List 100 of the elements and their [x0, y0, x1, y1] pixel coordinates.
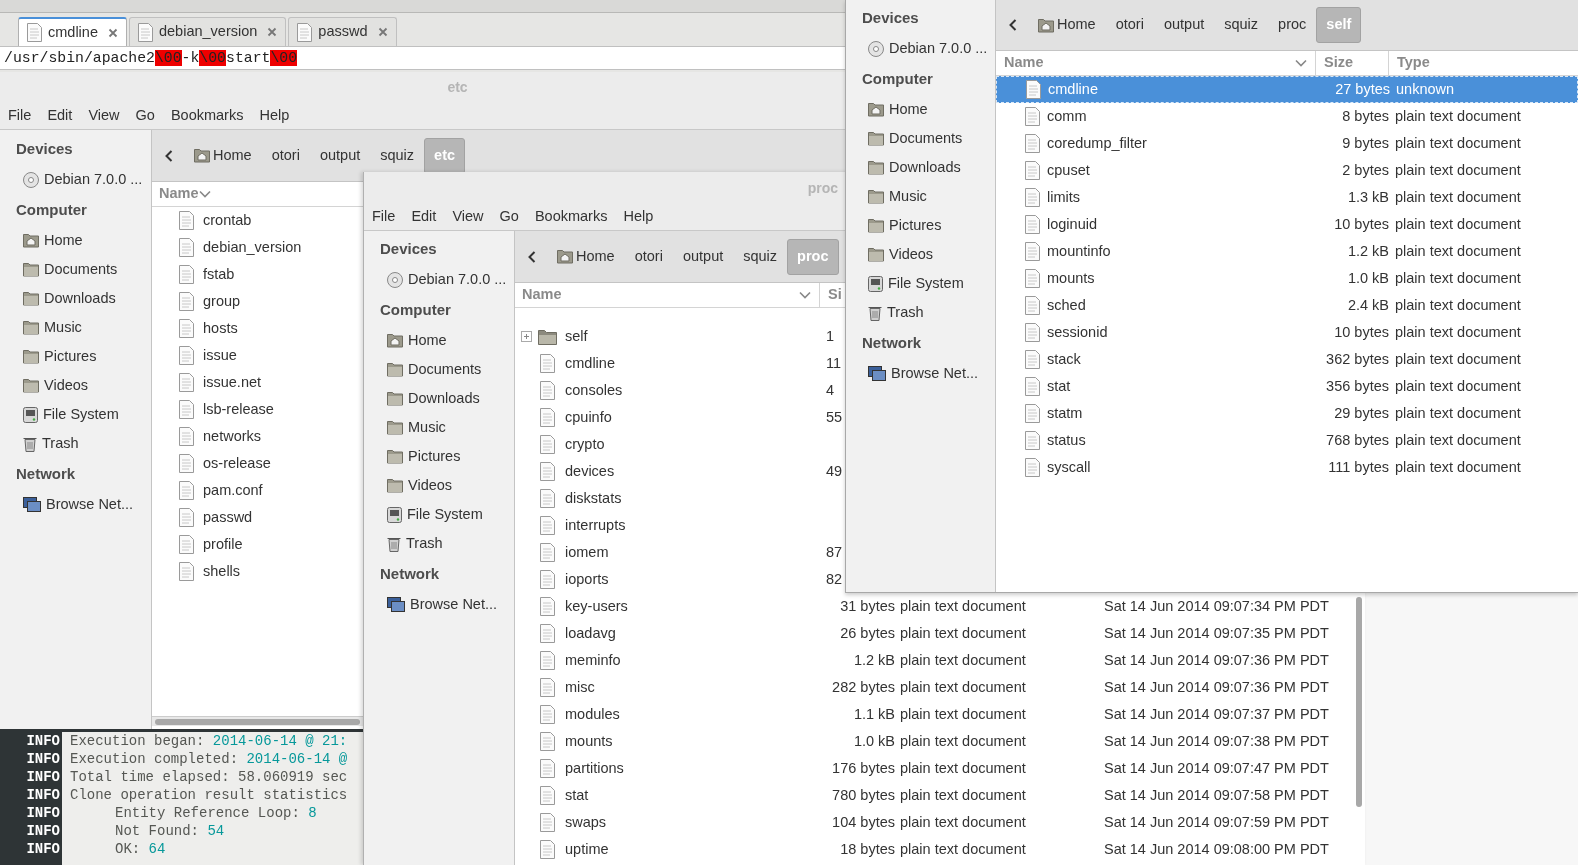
sidebar-item[interactable]: Pictures: [364, 442, 514, 471]
file-row[interactable]: modules 1.1 kB plain text document Sat 14 Jun 2014 09:07:37 PM PDT: [515, 701, 1365, 728]
file-row[interactable]: networks: [152, 423, 363, 450]
file-row[interactable]: coredump_filter 9 bytes plain text document: [996, 130, 1578, 157]
file-row[interactable]: cpuinfo 55: [515, 404, 845, 431]
sidebar-item[interactable]: Trash: [0, 429, 151, 458]
sidebar-item[interactable]: Home: [364, 326, 514, 355]
sidebar-item[interactable]: Browse Net...: [846, 359, 995, 388]
file-row[interactable]: self 1: [515, 323, 845, 350]
path-button[interactable]: squiz: [1214, 7, 1269, 43]
file-row[interactable]: uptime 18 bytes plain text document Sat 14 Jun 2014 09:08:00 PM PDT: [515, 836, 1365, 863]
menu-item[interactable]: Edit: [403, 206, 445, 228]
horizontal-scrollbar[interactable]: [155, 718, 360, 725]
file-row[interactable]: crontab: [152, 207, 363, 234]
sidebar-item[interactable]: Trash: [364, 529, 514, 558]
file-row[interactable]: mountinfo 1.2 kB plain text document: [996, 238, 1578, 265]
path-button[interactable]: output: [672, 238, 734, 275]
file-row[interactable]: hosts: [152, 315, 363, 342]
menu-item[interactable]: Bookmarks: [526, 206, 616, 228]
file-row[interactable]: group: [152, 288, 363, 315]
file-row[interactable]: os-release: [152, 450, 363, 477]
path-button[interactable]: proc: [1268, 7, 1317, 43]
sidebar-item[interactable]: Browse Net...: [0, 490, 151, 519]
file-row[interactable]: lsb-release: [152, 396, 363, 423]
file-row[interactable]: swaps 104 bytes plain text document Sat 14 Jun 2014 09:07:59 PM PDT: [515, 809, 1365, 836]
file-tab[interactable]: debian_version: [128, 17, 287, 46]
file-row[interactable]: consoles 4: [515, 377, 845, 404]
file-row[interactable]: mounts 1.0 kB plain text document Sat 14 Jun 2014 09:07:38 PM PDT: [515, 728, 1365, 755]
menu-item[interactable]: View: [80, 104, 128, 127]
path-button[interactable]: output: [309, 137, 371, 174]
file-row[interactable]: misc 282 bytes plain text document Sat 14 Jun 2014 09:07:36 PM PDT: [515, 674, 1365, 701]
file-row[interactable]: profile: [152, 531, 363, 558]
sidebar-item[interactable]: Videos: [846, 240, 995, 269]
path-button[interactable]: Home: [184, 137, 262, 174]
file-row[interactable]: comm 8 bytes plain text document: [996, 103, 1578, 130]
sidebar-item[interactable]: File System: [364, 500, 514, 529]
file-row[interactable]: syscall 111 bytes plain text document: [996, 454, 1578, 481]
path-button[interactable]: otori: [624, 238, 673, 275]
file-row[interactable]: key-users 31 bytes plain text document Sat 14 Jun 2014 09:07:34 PM PDT: [515, 593, 1365, 620]
file-row[interactable]: iomem 87: [515, 539, 845, 566]
path-button[interactable]: squiz: [733, 238, 788, 275]
file-tab[interactable]: passwd: [288, 17, 397, 46]
menu-item[interactable]: Go: [127, 104, 163, 127]
file-row[interactable]: stat 356 bytes plain text document: [996, 373, 1578, 400]
sidebar-item[interactable]: Home: [0, 226, 151, 255]
file-row[interactable]: ioports 82: [515, 566, 845, 593]
sidebar-item[interactable]: Debian 7.0.0 ...: [364, 265, 514, 294]
file-row[interactable]: cpuset 2 bytes plain text document: [996, 157, 1578, 184]
sidebar-item[interactable]: Browse Net...: [364, 590, 514, 619]
sidebar-item[interactable]: Debian 7.0.0 ...: [0, 165, 151, 194]
file-tab[interactable]: cmdline: [18, 17, 127, 46]
sidebar-item[interactable]: Debian 7.0.0 ...: [846, 34, 995, 63]
file-row[interactable]: issue.net: [152, 369, 363, 396]
file-row[interactable]: sessionid 10 bytes plain text document: [996, 319, 1578, 346]
sidebar-item[interactable]: Music: [846, 182, 995, 211]
menu-item[interactable]: View: [444, 206, 492, 228]
menu-item[interactable]: Help: [615, 206, 662, 228]
sidebar-item[interactable]: File System: [0, 400, 151, 429]
sidebar-item[interactable]: File System: [846, 269, 995, 298]
file-row[interactable]: fstab: [152, 261, 363, 288]
sidebar-item[interactable]: Music: [0, 313, 151, 342]
menu-item[interactable]: File: [364, 206, 404, 228]
path-button[interactable]: Home: [1028, 7, 1106, 43]
menu-item[interactable]: File: [0, 104, 40, 127]
sidebar-item[interactable]: Videos: [0, 371, 151, 400]
file-row[interactable]: stack 362 bytes plain text document: [996, 346, 1578, 373]
file-row[interactable]: crypto: [515, 431, 845, 458]
sidebar-item[interactable]: Music: [364, 413, 514, 442]
file-row[interactable]: interrupts: [515, 512, 845, 539]
file-row[interactable]: pam.conf: [152, 477, 363, 504]
file-row[interactable]: statm 29 bytes plain text document: [996, 400, 1578, 427]
path-button[interactable]: squiz: [370, 137, 425, 174]
file-row[interactable]: issue: [152, 342, 363, 369]
file-row[interactable]: stat 780 bytes plain text document Sat 14 Jun 2014 09:07:58 PM PDT: [515, 782, 1365, 809]
file-row[interactable]: status 768 bytes plain text document: [996, 427, 1578, 454]
sidebar-item[interactable]: Documents: [0, 255, 151, 284]
file-row[interactable]: diskstats: [515, 485, 845, 512]
menu-item[interactable]: Edit: [39, 104, 81, 127]
sidebar-item[interactable]: Documents: [364, 355, 514, 384]
sidebar-item[interactable]: Pictures: [846, 211, 995, 240]
file-row[interactable]: limits 1.3 kB plain text document: [996, 184, 1578, 211]
menu-item[interactable]: Bookmarks: [162, 104, 252, 127]
sidebar-item[interactable]: Downloads: [846, 153, 995, 182]
menu-item[interactable]: Help: [251, 104, 298, 127]
file-row[interactable]: loadavg 26 bytes plain text document Sat 14 Jun 2014 09:07:35 PM PDT: [515, 620, 1365, 647]
path-button[interactable]: Home: [547, 238, 625, 275]
file-row[interactable]: mounts 1.0 kB plain text document: [996, 265, 1578, 292]
file-row[interactable]: passwd: [152, 504, 363, 531]
sidebar-item[interactable]: Documents: [846, 124, 995, 153]
file-row[interactable]: debian_version: [152, 234, 363, 261]
sidebar-item[interactable]: Downloads: [0, 284, 151, 313]
sidebar-item[interactable]: Downloads: [364, 384, 514, 413]
path-button[interactable]: otori: [261, 137, 310, 174]
sidebar-item[interactable]: Home: [846, 95, 995, 124]
file-row[interactable]: devices 49: [515, 458, 845, 485]
file-row[interactable]: meminfo 1.2 kB plain text document Sat 14 Jun 2014 09:07:36 PM PDT: [515, 647, 1365, 674]
sidebar-item[interactable]: Trash: [846, 298, 995, 327]
file-row[interactable]: shells: [152, 558, 363, 585]
vertical-scrollbar[interactable]: [1356, 597, 1362, 807]
file-row[interactable]: cmdline 11: [515, 350, 845, 377]
